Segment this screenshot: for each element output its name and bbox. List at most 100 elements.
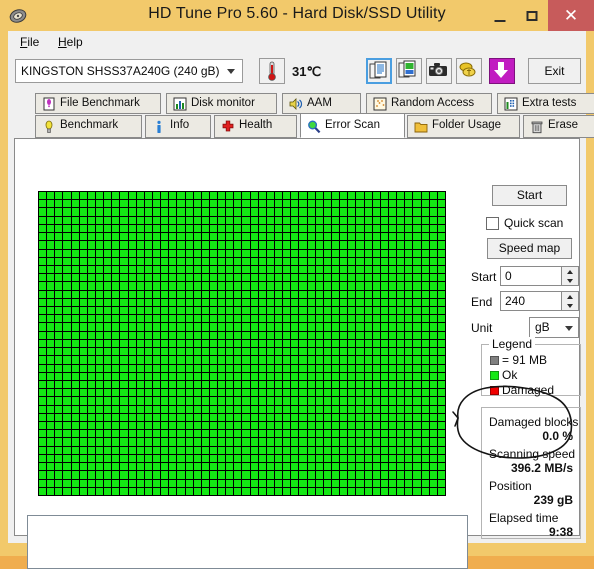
scan-block (120, 348, 128, 356)
scan-block (161, 479, 169, 487)
end-stepper-buttons[interactable] (561, 292, 578, 310)
scan-block (55, 397, 63, 405)
scan-block (209, 233, 218, 241)
speed-map-button[interactable]: Speed map (487, 238, 572, 259)
scan-block (104, 274, 112, 282)
scan-block (291, 487, 299, 495)
scan-block-grid[interactable] (38, 191, 446, 496)
scan-block (161, 233, 169, 241)
scan-block (315, 249, 323, 257)
scan-block (71, 265, 79, 274)
chevron-up-icon[interactable] (562, 292, 578, 301)
quick-scan-checkbox[interactable] (486, 217, 499, 230)
scan-block (315, 479, 323, 487)
chevron-up-icon[interactable] (562, 267, 578, 276)
scan-block (413, 413, 421, 422)
scan-block (218, 422, 226, 430)
scan-block (55, 249, 63, 257)
scan-block (389, 454, 397, 463)
minimize-button[interactable] (484, 0, 516, 31)
tab-info[interactable]: Info (145, 115, 211, 138)
scan-block (47, 487, 55, 495)
scan-block (161, 290, 169, 298)
scan-block (421, 364, 429, 372)
scan-block (104, 413, 112, 422)
scan-block (315, 372, 323, 380)
scan-block (47, 224, 55, 233)
end-stepper[interactable]: 240 (500, 291, 579, 311)
screenshot-button[interactable] (426, 58, 452, 84)
tab-folder-usage[interactable]: Folder Usage (407, 115, 520, 138)
tab-file-benchmark[interactable]: File Benchmark (35, 93, 161, 114)
scan-block (63, 257, 71, 265)
scan-block (348, 208, 356, 216)
menu-item-help[interactable]: Help (52, 34, 89, 51)
scan-block (112, 265, 120, 274)
scan-block (299, 249, 307, 257)
scan-block (307, 274, 315, 282)
scan-log-box[interactable] (27, 515, 468, 569)
scan-block (218, 265, 226, 274)
scan-block (348, 413, 356, 422)
scan-block (226, 356, 234, 364)
scan-block (266, 290, 275, 298)
scan-block (104, 438, 112, 446)
scan-block (332, 331, 340, 339)
scan-block (201, 315, 209, 323)
exit-button[interactable]: Exit (528, 58, 581, 84)
scan-block (242, 479, 250, 487)
scan-block (201, 430, 209, 438)
scan-block (291, 224, 299, 233)
scan-block (242, 454, 250, 463)
close-button[interactable]: ✕ (548, 0, 594, 31)
scan-block (389, 298, 397, 307)
scan-block (226, 471, 234, 479)
scan-block (405, 257, 413, 265)
tab-error-scan[interactable]: Error Scan (300, 113, 405, 138)
scan-block (144, 298, 152, 307)
scan-block (120, 257, 128, 265)
start-stepper-buttons[interactable] (561, 267, 578, 285)
tab-benchmark[interactable]: Benchmark (35, 115, 142, 138)
scan-block (429, 315, 437, 323)
scan-block (218, 454, 226, 463)
tab-random-access[interactable]: Random Access (366, 93, 492, 114)
tab-disk-monitor[interactable]: Disk monitor (166, 93, 277, 114)
menu-item-file[interactable]: File (14, 34, 45, 51)
scan-block (226, 323, 234, 331)
scan-block (218, 257, 226, 265)
scan-block (405, 463, 413, 471)
scan-block (55, 192, 63, 200)
scan-block (112, 372, 120, 380)
chevron-down-icon[interactable] (562, 276, 578, 285)
copy-image-button[interactable] (396, 58, 422, 84)
start-stepper[interactable]: 0 (500, 266, 579, 286)
scan-block (218, 438, 226, 446)
donate-button[interactable] (456, 58, 482, 84)
scan-block (185, 446, 193, 454)
tab-extra-tests[interactable]: Extra tests (497, 93, 594, 114)
download-button[interactable] (489, 58, 515, 84)
tab-health[interactable]: Health (214, 115, 297, 138)
tab-erase[interactable]: Erase (523, 115, 594, 138)
scan-block (405, 380, 413, 389)
quick-scan-row[interactable]: Quick scan (486, 216, 586, 232)
start-button[interactable]: Start (492, 185, 567, 206)
unit-select[interactable]: gB (529, 317, 579, 338)
scan-block (397, 257, 405, 265)
tab-aam[interactable]: AAM (282, 93, 361, 114)
copy-text-button[interactable] (366, 58, 392, 84)
scan-block (218, 372, 226, 380)
scan-block (389, 422, 397, 430)
scan-block (258, 331, 266, 339)
scan-block (356, 430, 364, 438)
scan-block (128, 454, 136, 463)
scan-block (323, 298, 332, 307)
trash-icon (530, 120, 544, 134)
maximize-button[interactable] (516, 0, 548, 31)
scan-block (95, 323, 104, 331)
chevron-down-icon[interactable] (562, 301, 578, 310)
drive-select[interactable]: KINGSTON SHSS37A240G (240 gB) (15, 59, 243, 83)
scan-block (291, 298, 299, 307)
scan-block (283, 224, 291, 233)
